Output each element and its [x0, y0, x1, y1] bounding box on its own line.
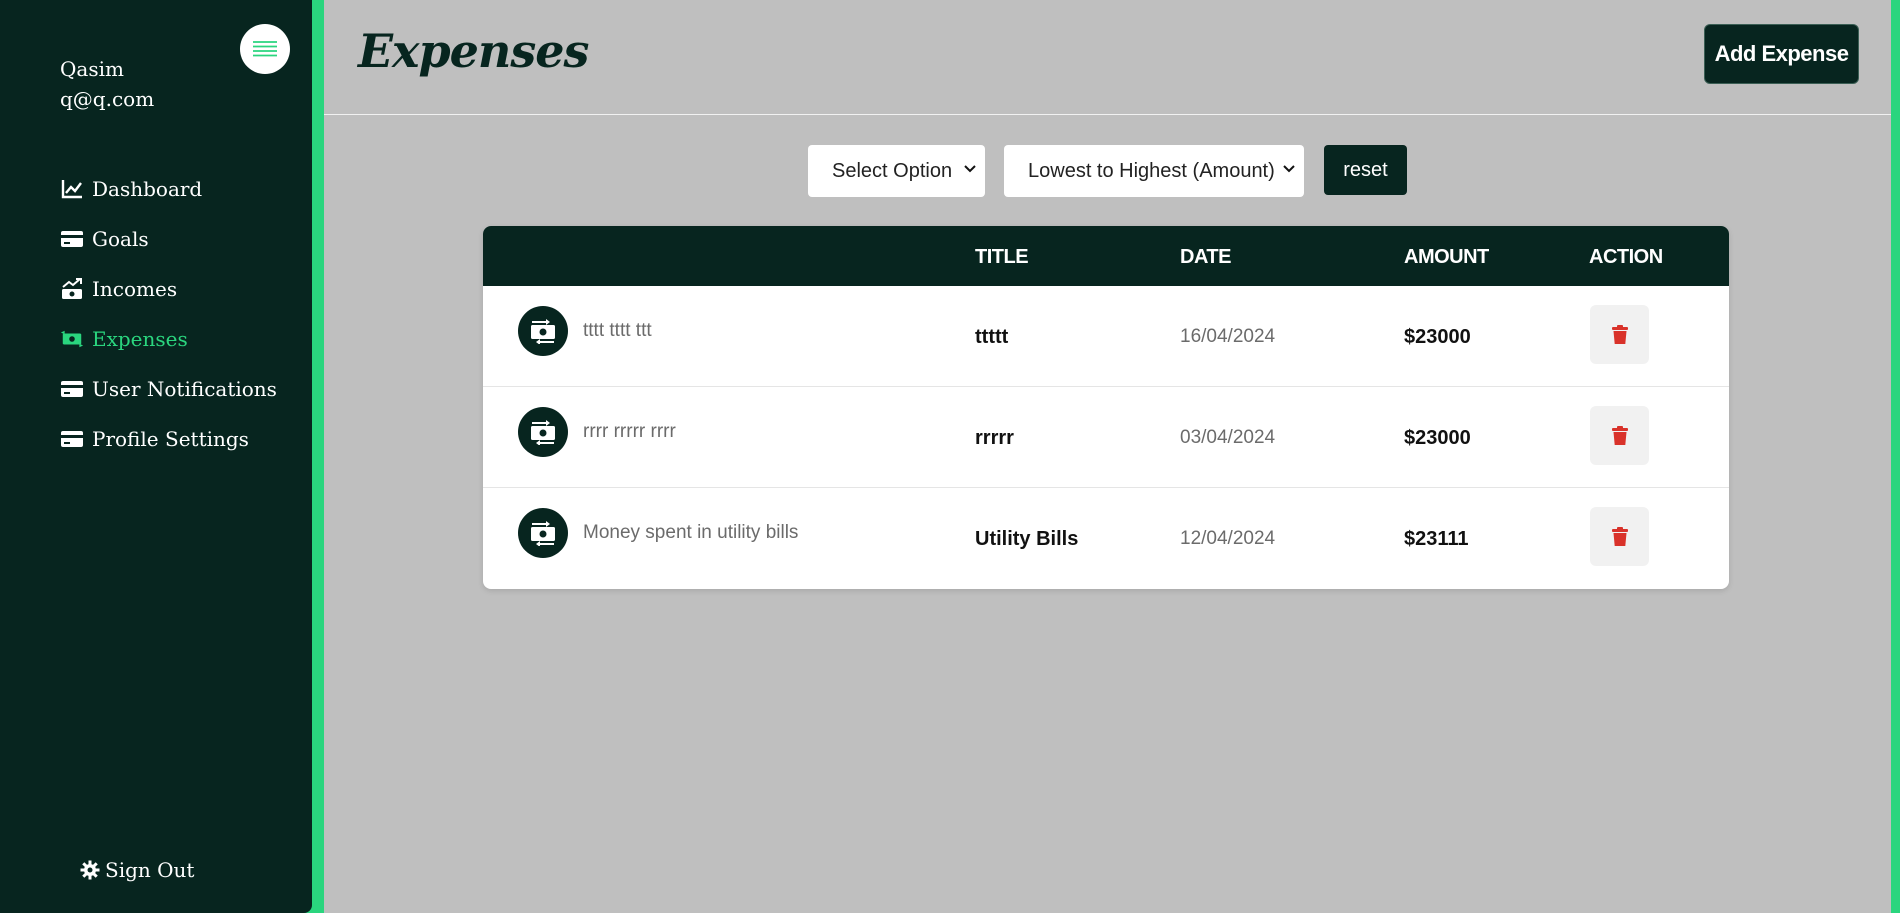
money-trend-icon: [60, 277, 84, 301]
row-date: 03/04/2024: [1180, 427, 1276, 448]
chart-line-icon: [60, 177, 84, 201]
row-description: rrrr rrrrr rrrr: [583, 421, 676, 442]
sidebar-item-label: Dashboard: [92, 177, 203, 201]
column-header-amount: AMOUNT: [1404, 246, 1489, 268]
sidebar-item-incomes[interactable]: Incomes: [60, 264, 277, 314]
reset-button[interactable]: reset: [1324, 145, 1407, 195]
delete-button[interactable]: [1590, 507, 1649, 566]
chevron-down-icon: [1283, 165, 1295, 173]
sidebar-item-goals[interactable]: Goals: [60, 214, 277, 264]
page-header: Expenses Add Expense: [324, 0, 1891, 115]
menu-toggle-button[interactable]: [240, 24, 290, 74]
row-amount: $23000: [1404, 326, 1471, 348]
sign-out-button[interactable]: Sign Out: [80, 858, 194, 882]
sidebar-nav: Dashboard Goals Incomes Expenses User No…: [60, 164, 277, 464]
money-bill-icon: [60, 327, 84, 351]
row-amount: $23111: [1404, 528, 1469, 550]
sidebar-item-label: Expenses: [92, 327, 188, 351]
money-exchange-icon: [518, 306, 568, 356]
credit-card-icon: [60, 377, 84, 401]
row-description: Money spent in utility bills: [583, 522, 799, 543]
category-select-value: Select Option: [832, 159, 953, 182]
column-header-title: TITLE: [975, 246, 1029, 268]
sort-select[interactable]: Lowest to Highest (Amount): [1004, 145, 1304, 197]
money-exchange-icon: [518, 407, 568, 457]
main-content: Expenses Add Expense Select Option Lowes…: [324, 0, 1891, 913]
delete-button[interactable]: [1590, 406, 1649, 465]
category-select[interactable]: Select Option: [808, 145, 985, 197]
table-row: Money spent in utility bills Utility Bil…: [483, 488, 1729, 589]
trash-icon: [1611, 526, 1628, 546]
user-email: q@q.com: [60, 87, 155, 111]
sidebar-item-label: Goals: [92, 227, 149, 251]
column-header-action: ACTION: [1589, 246, 1663, 268]
table-row: tttt tttt ttt ttttt 16/04/2024 $23000: [483, 286, 1729, 387]
row-title: rrrrr: [975, 427, 1014, 449]
trash-icon: [1611, 425, 1628, 445]
menu-lines-icon: [253, 41, 277, 57]
table-row: rrrr rrrrr rrrr rrrrr 03/04/2024 $23000: [483, 387, 1729, 488]
credit-card-icon: [60, 427, 84, 451]
page-title: Expenses: [358, 24, 589, 78]
delete-button[interactable]: [1590, 305, 1649, 364]
money-exchange-icon: [518, 508, 568, 558]
trash-icon: [1611, 324, 1628, 344]
sidebar: Qasim q@q.com Dashboard Goals Incomes Ex…: [0, 0, 312, 913]
user-name: Qasim: [60, 57, 124, 81]
sign-out-label: Sign Out: [105, 858, 195, 882]
credit-card-icon: [60, 227, 84, 251]
sidebar-item-label: Incomes: [92, 277, 178, 301]
sidebar-item-expenses[interactable]: Expenses: [60, 314, 277, 364]
sidebar-item-dashboard[interactable]: Dashboard: [60, 164, 277, 214]
expenses-table: TITLE DATE AMOUNT ACTION tttt tttt ttt t…: [483, 226, 1729, 589]
sidebar-item-user-notifications[interactable]: User Notifications: [60, 364, 277, 414]
row-date: 16/04/2024: [1180, 326, 1276, 347]
row-amount: $23000: [1404, 427, 1471, 449]
add-expense-button[interactable]: Add Expense: [1704, 24, 1859, 84]
sidebar-item-label: Profile Settings: [92, 427, 249, 451]
gear-icon: [80, 860, 100, 880]
table-header: TITLE DATE AMOUNT ACTION: [483, 226, 1729, 286]
row-description: tttt tttt ttt: [583, 320, 652, 341]
chevron-down-icon: [964, 165, 976, 173]
row-title: Utility Bills: [975, 528, 1079, 550]
row-title: ttttt: [975, 326, 1009, 348]
sidebar-item-profile-settings[interactable]: Profile Settings: [60, 414, 277, 464]
sort-select-value: Lowest to Highest (Amount): [1028, 159, 1275, 182]
sidebar-item-label: User Notifications: [92, 377, 277, 401]
column-header-date: DATE: [1180, 246, 1231, 268]
row-date: 12/04/2024: [1180, 528, 1276, 549]
